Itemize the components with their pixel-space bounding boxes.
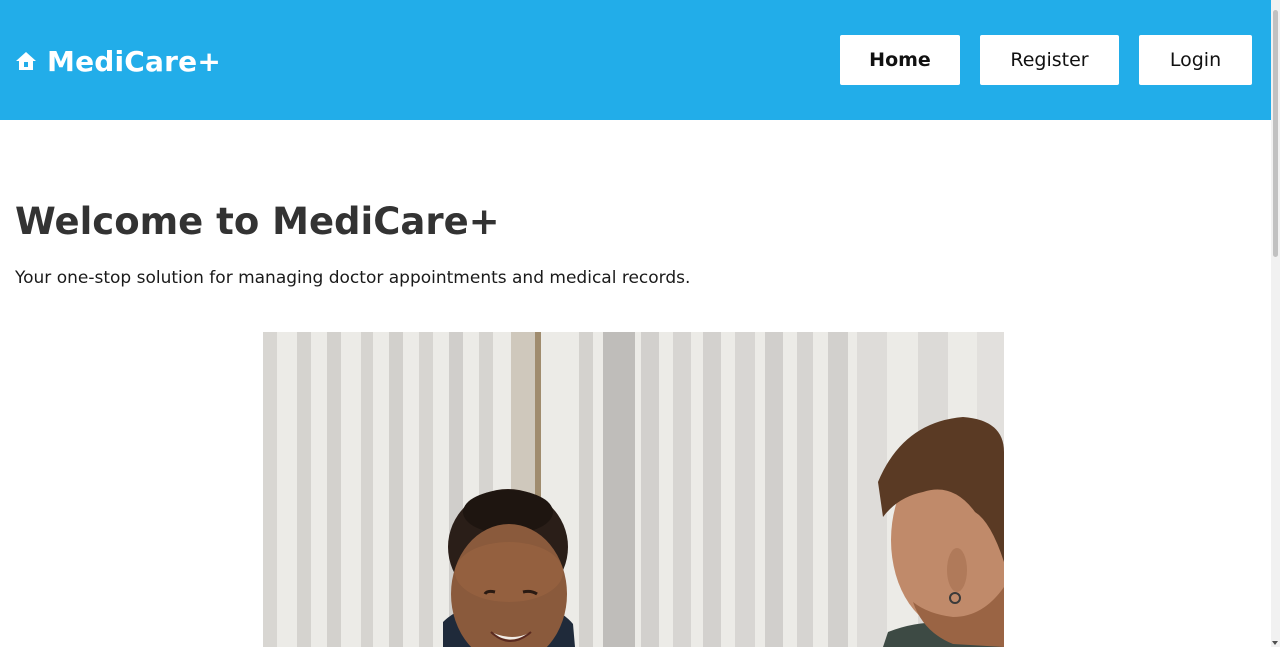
vertical-scrollbar[interactable] <box>1271 0 1280 647</box>
brand-name: MediCare+ <box>47 44 221 78</box>
page: MediCare+ Home Register Login Welcome to… <box>0 0 1271 647</box>
nav-register-button[interactable]: Register <box>980 35 1119 85</box>
brand-logo-link[interactable]: MediCare+ <box>15 41 221 81</box>
nav-home-button[interactable]: Home <box>840 35 960 85</box>
hero-image <box>263 332 1004 647</box>
nav-login-button[interactable]: Login <box>1139 35 1252 85</box>
site-header: MediCare+ Home Register Login <box>0 0 1271 120</box>
scrollbar-thumb[interactable] <box>1273 10 1278 257</box>
page-title: Welcome to MediCare+ <box>15 200 500 243</box>
browser-viewport: MediCare+ Home Register Login Welcome to… <box>0 0 1280 647</box>
home-icon <box>15 50 37 72</box>
scroll-down-arrow-icon[interactable] <box>1272 641 1278 645</box>
page-subtitle: Your one-stop solution for managing doct… <box>15 268 691 288</box>
